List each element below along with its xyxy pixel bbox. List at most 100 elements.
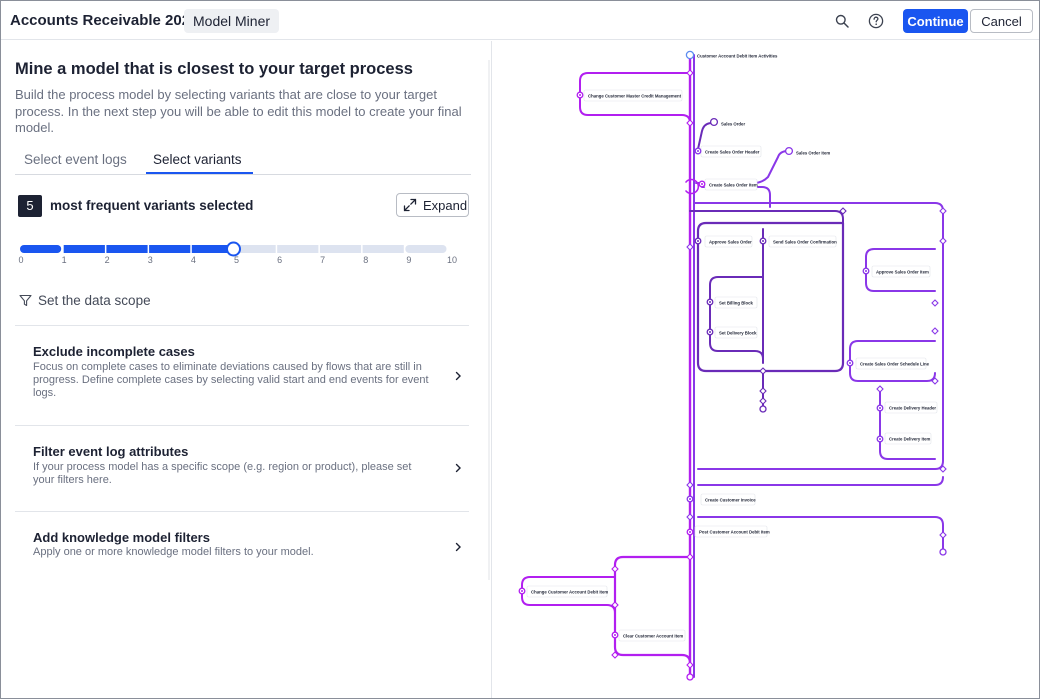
slider-segment: [149, 245, 191, 253]
slider-tick-label: 9: [406, 255, 412, 265]
gateway-diamond: [686, 119, 694, 127]
process-node-label: Change Customer Master Credit Management: [588, 94, 682, 99]
chevron-right-icon: [455, 542, 461, 552]
filter-exclude-incomplete-cases[interactable]: Exclude incomplete cases Focus on comple…: [15, 325, 469, 425]
process-graph[interactable]: Customer Account Debit Item Activities Ch…: [492, 41, 1039, 698]
slider-segment: [277, 245, 319, 253]
cancel-button[interactable]: Cancel: [970, 9, 1033, 33]
slider-segment: [405, 245, 447, 253]
data-scope-label: Set the data scope: [38, 293, 151, 308]
expand-label: Expand: [423, 197, 468, 213]
top-bar: Accounts Receivable 2025 Model Miner Con…: [1, 1, 1039, 40]
process-node-label: Create Sales Order Schedule Line: [860, 362, 930, 367]
slider-tick-label: 4: [190, 255, 196, 265]
process-node-label: Change Customer Account Debit Item: [531, 590, 608, 595]
gateway-diamond: [939, 207, 947, 215]
process-node-label: Create Sales Order Header: [705, 150, 760, 155]
variant-selection-panel: Mine a model that is closest to your tar…: [1, 41, 490, 698]
process-node-dot: [697, 240, 699, 242]
process-node-label: Create Delivery Item: [889, 437, 930, 442]
slider-tick-label: 0: [18, 255, 24, 265]
gateway-diamond: [876, 385, 884, 393]
filter-icon: [19, 294, 32, 307]
gateway-diamond: [686, 553, 694, 561]
slider-segment: [106, 245, 148, 253]
process-node-label: Set Billing Block: [719, 301, 754, 306]
help-icon[interactable]: [866, 11, 886, 31]
slider-tick-label: 1: [61, 255, 67, 265]
filter-knowledge-model[interactable]: Add knowledge model filters Apply one or…: [15, 511, 469, 571]
gateway-diamond: [759, 397, 767, 405]
slider-tick-label: 5: [233, 255, 240, 265]
expand-icon: [403, 198, 417, 212]
slider-tick-label: 8: [363, 255, 369, 265]
process-node-label: Send Sales Order Confirmation: [773, 240, 837, 245]
process-node-dot: [709, 331, 711, 333]
tab-select-variants[interactable]: Select variants: [153, 152, 242, 167]
process-node-label: Set Delivery Block: [719, 331, 757, 336]
process-node-dot: [689, 531, 691, 533]
filter-title: Filter event log attributes: [33, 444, 189, 459]
process-node-label: Clear Customer Account Item: [623, 634, 683, 639]
mode-chip: Model Miner: [184, 9, 280, 33]
gateway-diamond: [686, 661, 694, 669]
process-node-label: Post Customer Account Debit Item: [699, 530, 770, 535]
gateway-diamond: [686, 481, 694, 489]
process-node-label: Sales Order Item: [796, 151, 830, 156]
tab-select-event-logs[interactable]: Select event logs: [24, 152, 127, 167]
filter-title: Add knowledge model filters: [33, 530, 210, 545]
slider-handle[interactable]: [226, 241, 241, 257]
panel-scrollbar[interactable]: [488, 60, 490, 580]
gateway-diamond: [939, 531, 947, 539]
process-model-diagram[interactable]: Customer Account Debit Item Activities Ch…: [492, 41, 1039, 698]
chevron-right-icon: [455, 371, 461, 381]
filter-description: Focus on complete cases to eliminate dev…: [33, 361, 429, 399]
process-node-dot: [879, 407, 881, 409]
process-node-label: Approve Sales Order: [709, 240, 752, 245]
process-node-label: Create Delivery Header: [889, 406, 936, 411]
process-node-dot: [879, 438, 881, 440]
process-node-dot: [697, 150, 699, 152]
process-node-label: Create Sales Order Item: [709, 183, 758, 188]
process-node-label: Approve Sales Order Item: [876, 270, 929, 275]
process-node-dot: [701, 183, 703, 185]
slider-segment: [319, 245, 362, 253]
process-node-dot: [709, 301, 711, 303]
slider-segment: [63, 245, 105, 253]
gateway-diamond: [686, 243, 694, 251]
filter-event-log-attributes[interactable]: Filter event log attributes If your proc…: [15, 425, 469, 511]
tab-bar: Select event logs Select variants: [15, 147, 471, 175]
panel-title: Mine a model that is closest to your tar…: [15, 60, 413, 78]
data-scope-heading: Set the data scope: [19, 293, 151, 308]
slider-tick-label: 2: [104, 255, 110, 265]
gateway-diamond: [611, 565, 619, 573]
expand-button[interactable]: Expand: [396, 193, 469, 217]
process-node-dot: [689, 498, 691, 500]
gateway-diamond: [686, 69, 694, 77]
process-node-dot: [521, 590, 523, 592]
filter-description: If your process model has a specific sco…: [33, 461, 412, 486]
variant-count-label: most frequent variants selected: [50, 198, 254, 213]
process-node-dot: [762, 240, 764, 242]
slider-segment: [20, 245, 62, 253]
search-icon[interactable]: [832, 11, 852, 31]
slider-segment: [362, 245, 404, 253]
gateway-diamond: [931, 299, 939, 307]
process-node-label: Create Customer Invoice: [705, 498, 756, 503]
process-node-dot: [614, 634, 616, 636]
slider-tick-label: 7: [320, 255, 326, 265]
slider-tick-label: 6: [277, 255, 283, 265]
active-tab-indicator: [146, 172, 253, 174]
slider-tick-label: 3: [147, 255, 153, 265]
gateway-diamond: [931, 327, 939, 335]
continue-button[interactable]: Continue: [903, 9, 968, 33]
process-node-dot: [865, 270, 867, 272]
gateway-diamond: [939, 237, 947, 245]
gateway-diamond: [686, 513, 694, 521]
slider-tick-label: 10: [446, 255, 458, 265]
variant-count-badge: 5: [18, 195, 42, 217]
panel-description: Build the process model by selecting var…: [15, 87, 462, 135]
process-node-label: Customer Account Debit Item Activities: [697, 54, 778, 59]
chevron-right-icon: [455, 463, 461, 473]
filter-description: Apply one or more knowledge model filter…: [33, 546, 314, 558]
